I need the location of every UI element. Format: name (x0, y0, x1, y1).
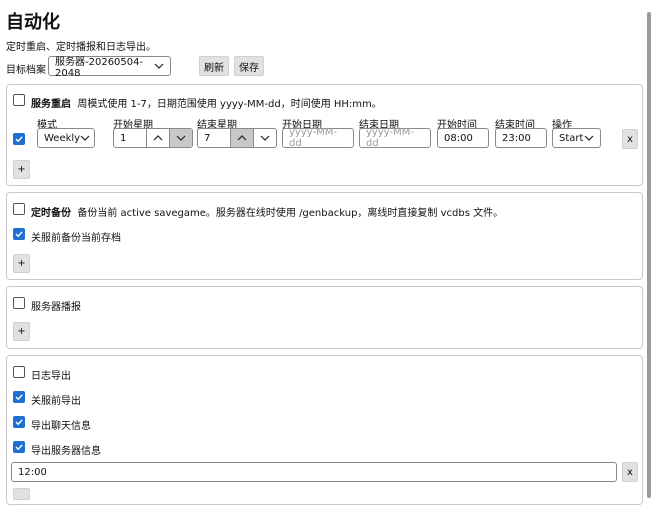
end-time-input[interactable]: 23:00 (495, 128, 547, 148)
profile-label: 目标档案 (6, 65, 46, 76)
start-date-placeholder: yyyy-MM-dd (289, 127, 337, 149)
chevron-down-icon[interactable] (169, 129, 192, 147)
add-log-time-button[interactable] (13, 488, 30, 500)
log-time-value: 12:00 (18, 466, 47, 478)
export-before-shutdown-label: 关服前导出 (31, 396, 81, 407)
end-time-value: 23:00 (502, 132, 531, 144)
check-icon (15, 394, 23, 401)
logs-enable-checkbox[interactable] (13, 366, 25, 378)
export-server-info-checkbox[interactable] (13, 441, 25, 453)
log-time-input[interactable]: 12:00 (11, 462, 617, 482)
end-weekday-value: 7 (204, 132, 211, 144)
logs-title: 日志导出 (31, 371, 71, 382)
broadcast-title: 服务器播报 (31, 302, 81, 313)
export-chat-checkbox[interactable] (13, 416, 25, 428)
start-weekday-stepper[interactable]: 1 (113, 128, 193, 148)
chevron-down-icon[interactable] (253, 129, 276, 147)
add-backup-button[interactable]: + (13, 254, 30, 273)
chevron-up-icon[interactable] (230, 129, 253, 147)
chevron-up-icon[interactable] (146, 129, 169, 147)
profile-select-value: 服务器-20260504-2048 (55, 57, 144, 79)
add-broadcast-button[interactable]: + (13, 322, 30, 341)
backup-enable-checkbox[interactable] (13, 203, 25, 215)
page-subtitle: 定时重启、定时播报和日志导出。 (6, 42, 156, 53)
backup-description: 备份当前 active savegame。服务器在线时使用 /genbackup… (77, 208, 504, 219)
check-icon (15, 231, 23, 238)
end-date-input[interactable]: yyyy-MM-dd (359, 127, 431, 149)
restart-description: 周模式使用 1-7，日期范围使用 yyyy-MM-dd，时间使用 HH:mm。 (77, 99, 382, 110)
logs-panel (6, 355, 643, 505)
start-time-input[interactable]: 08:00 (437, 128, 489, 148)
check-icon (15, 419, 23, 426)
mode-select[interactable]: Weekly (37, 128, 95, 148)
chevron-down-icon (80, 133, 90, 143)
start-time-value: 08:00 (444, 132, 473, 144)
backup-before-shutdown-checkbox[interactable] (13, 228, 25, 240)
end-weekday-stepper[interactable]: 7 (197, 128, 277, 148)
check-icon (15, 136, 23, 143)
check-icon (15, 444, 23, 451)
export-before-shutdown-checkbox[interactable] (13, 391, 25, 403)
add-restart-row-button[interactable]: + (13, 160, 30, 179)
page-title: 自动化 (6, 12, 60, 33)
broadcast-enable-checkbox[interactable] (13, 297, 25, 309)
end-date-placeholder: yyyy-MM-dd (366, 127, 414, 149)
chevron-down-icon (584, 133, 594, 143)
scrollbar[interactable] (647, 12, 651, 498)
profile-select[interactable]: 服务器-20260504-2048 (48, 56, 171, 79)
refresh-button[interactable]: 刷新 (199, 56, 229, 76)
action-select-value: Start (559, 132, 584, 144)
restart-title: 服务重启 (31, 99, 71, 110)
remove-restart-row-button[interactable]: x (622, 129, 638, 149)
export-chat-label: 导出聊天信息 (31, 421, 91, 432)
broadcast-panel (6, 286, 643, 349)
start-weekday-value: 1 (120, 132, 127, 144)
action-select[interactable]: Start (552, 128, 601, 148)
chevron-down-icon (154, 61, 164, 71)
mode-select-value: Weekly (44, 132, 81, 144)
remove-log-time-button[interactable]: x (622, 462, 638, 482)
backup-title: 定时备份 (31, 208, 71, 219)
start-date-input[interactable]: yyyy-MM-dd (282, 127, 354, 149)
export-server-info-label: 导出服务器信息 (31, 446, 101, 457)
save-button[interactable]: 保存 (234, 56, 264, 76)
backup-before-shutdown-label: 关服前备份当前存档 (31, 233, 121, 244)
restart-enable-checkbox[interactable] (13, 94, 25, 106)
restart-row-checkbox[interactable] (13, 133, 25, 145)
